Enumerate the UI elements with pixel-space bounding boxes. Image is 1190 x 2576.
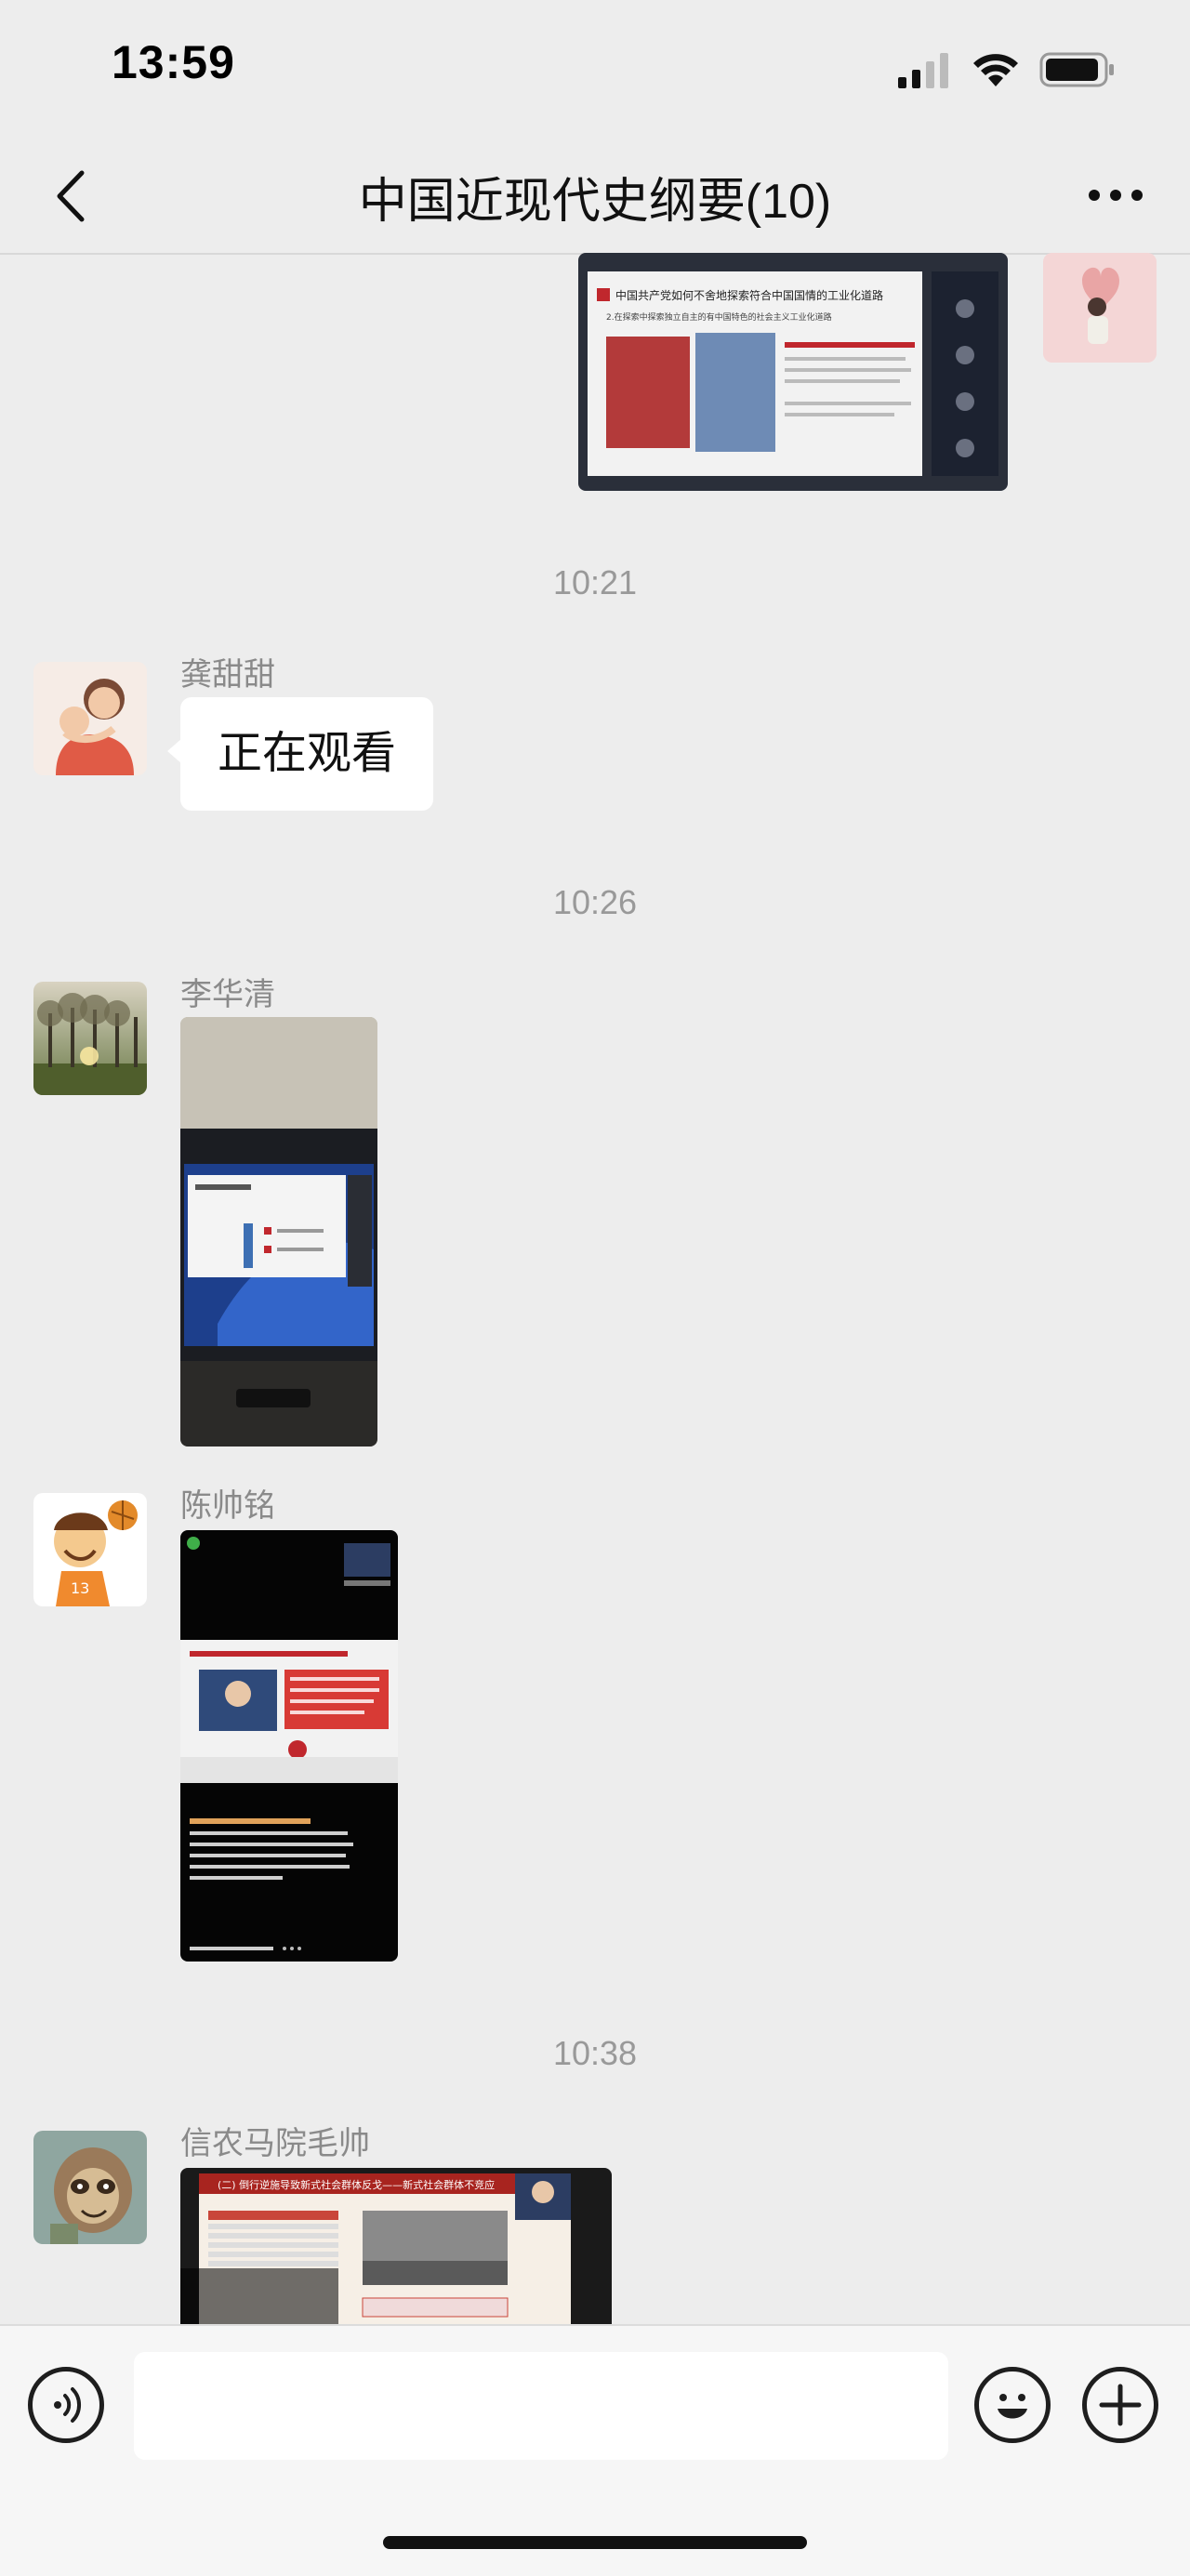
chat-nav-bar: 中国近现代史纲要(10) — [0, 139, 1190, 255]
sender-name: 龚甜甜 — [180, 657, 275, 693]
time-divider: 10:38 — [552, 2034, 638, 2072]
sender-name: 信农马院毛帅 — [180, 2126, 370, 2161]
own-avatar[interactable] — [1043, 253, 1157, 363]
text-message-bubble[interactable]: 正在观看 — [166, 697, 434, 811]
svg-text:13: 13 — [71, 1579, 89, 1597]
more-functions-button[interactable] — [1082, 2367, 1158, 2443]
status-time: 13:59 — [112, 36, 235, 88]
avatar-image: 13 — [33, 1493, 147, 1606]
avatar-image — [33, 982, 147, 1095]
image-message[interactable] — [180, 1017, 377, 1447]
status-bar: 13:59 — [0, 0, 1190, 139]
avatar[interactable] — [33, 982, 147, 1095]
slide-title-text: 中国共产党如何不舍地探索符合中国国情的工业化道路 — [615, 288, 883, 302]
smiley-icon — [998, 2394, 1027, 2419]
sender-name: 陈帅铭 — [180, 1488, 275, 1524]
avatar-image — [33, 662, 147, 775]
slide-photo: (二) 倒行逆施导致新式社会群体反戈——新式社会群体不竞应 — [180, 2168, 612, 2324]
avatar-image — [33, 2131, 147, 2244]
cellular-signal-icon — [898, 53, 948, 88]
sender-name: 李华清 — [180, 977, 275, 1012]
wifi-icon — [973, 54, 1018, 86]
image-message[interactable] — [180, 1530, 398, 1962]
more-dots-icon — [1089, 190, 1143, 201]
time-divider: 10:26 — [552, 883, 638, 921]
voice-input-button[interactable] — [28, 2367, 104, 2443]
slide-photo: 中国共产党如何不舍地探索符合中国国情的工业化道路 2.在探索中探索独立自主的有中… — [578, 253, 1008, 491]
avatar-image — [1043, 253, 1157, 363]
status-icons — [896, 46, 1116, 93]
battery-icon — [1039, 52, 1114, 87]
voice-icon — [54, 2387, 82, 2423]
time-divider: 10:21 — [552, 563, 638, 601]
avatar[interactable]: 13 — [33, 1493, 147, 1606]
slide-title-text: (二) 倒行逆施导致新式社会群体反戈——新式社会群体不竞应 — [218, 2178, 495, 2191]
avatar[interactable] — [33, 662, 147, 775]
chat-title: 中国近现代史纲要(10) — [358, 175, 832, 229]
monitor-photo — [180, 1017, 377, 1447]
emoji-button[interactable] — [974, 2367, 1051, 2443]
image-message[interactable]: (二) 倒行逆施导致新式社会群体反戈——新式社会群体不竞应 — [180, 2168, 612, 2324]
avatar[interactable] — [33, 2131, 147, 2244]
own-image-message[interactable]: 中国共产党如何不舍地探索符合中国国情的工业化道路 2.在探索中探索独立自主的有中… — [578, 253, 1008, 491]
slide-subtitle-text: 2.在探索中探索独立自主的有中国特色的社会主义工业化道路 — [606, 311, 832, 323]
home-indicator[interactable] — [383, 2536, 807, 2549]
message-input[interactable] — [134, 2352, 948, 2460]
plus-icon — [1099, 2384, 1142, 2426]
phone-screenshot — [180, 1530, 398, 1962]
more-button[interactable] — [1078, 167, 1153, 223]
